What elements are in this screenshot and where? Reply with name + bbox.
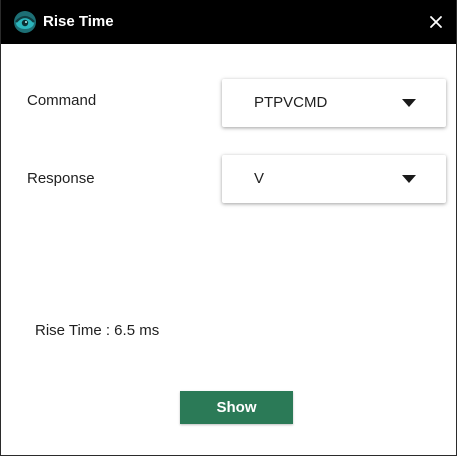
close-button[interactable]: [422, 8, 450, 36]
eye-logo-icon: [14, 11, 36, 33]
close-icon: [430, 16, 442, 28]
caret-down-icon: [402, 99, 416, 107]
rise-time-result: Rise Time : 6.5 ms: [35, 322, 160, 339]
command-label: Command: [27, 92, 97, 109]
show-button[interactable]: Show: [180, 391, 293, 424]
caret-down-icon: [402, 175, 416, 183]
command-dropdown[interactable]: PTPVCMD: [222, 79, 446, 127]
response-label: Response: [27, 170, 95, 187]
response-dropdown[interactable]: V: [222, 155, 446, 203]
window-title: Rise Time: [43, 13, 114, 30]
title-bar: Rise Time: [1, 0, 456, 44]
rise-time-dialog: Rise Time Command PTPVCMD Response V Ris…: [0, 0, 457, 456]
response-selected-value: V: [254, 170, 265, 187]
command-selected-value: PTPVCMD: [254, 94, 328, 111]
